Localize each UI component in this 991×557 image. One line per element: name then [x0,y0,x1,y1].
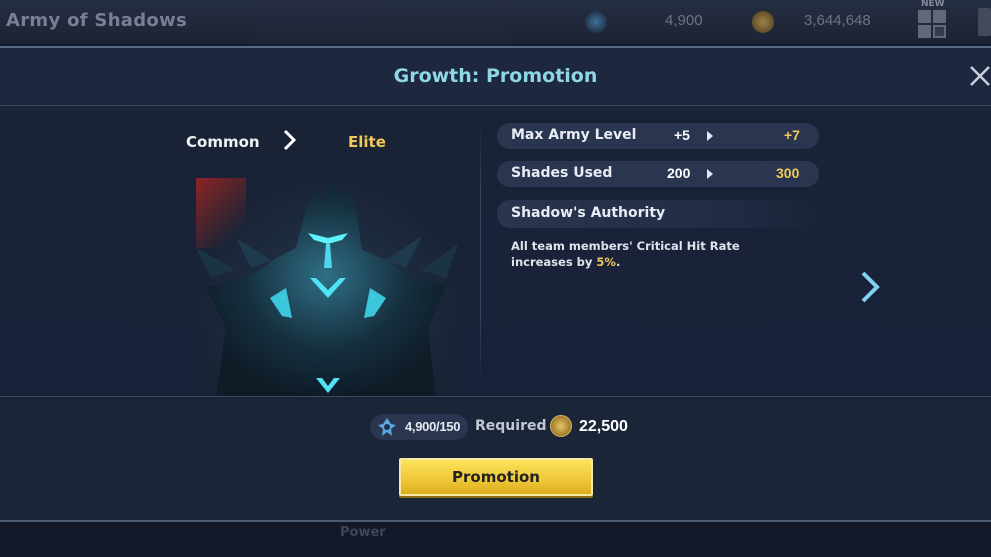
gold-coin-icon [550,415,572,437]
shade-essence-count: 4,900 [665,12,703,29]
stat-next-value: +7 [784,127,800,143]
stat-row-max-army-level: Max Army Level +5 +7 [497,123,819,149]
stat-label: Shades Used [511,165,613,181]
rank-current: Common [186,133,260,151]
screen-title: Army of Shadows [6,10,188,31]
next-page-arrow-icon[interactable] [858,270,882,304]
close-button[interactable] [966,62,991,90]
vertical-divider [480,122,481,384]
modal-header: Growth: Promotion [0,48,991,106]
modal-title: Growth: Promotion [393,65,598,87]
ability-desc-value: 5% [596,255,616,269]
promotion-button[interactable]: Promotion [399,458,593,496]
shade-essence-icon [378,418,396,436]
content-divider [0,396,991,397]
grid-icon [918,10,931,23]
shade-essence-icon [585,11,607,33]
gold-cost-value: 22,500 [579,418,628,435]
required-label: Required [475,418,547,434]
triangle-right-icon [707,169,713,179]
close-icon [970,66,990,86]
ability-desc-suffix: . [615,255,621,269]
triangle-right-icon [707,131,713,141]
background-bottom-bar: Power [0,520,991,557]
rank-next: Elite [348,133,386,151]
chevron-right-icon [283,129,297,151]
stat-next-value: 300 [776,165,800,181]
top-bar: Army of Shadows 4,900 3,644,648 NEW [0,0,991,44]
stat-current-value: +5 [674,127,690,143]
side-panel-button[interactable] [978,8,991,36]
stat-current-value: 200 [667,165,691,181]
shadow-portrait [196,178,460,396]
menu-grid-button[interactable] [918,6,948,38]
gold-coin-icon [752,11,774,33]
promotion-modal: Growth: Promotion Common Elite Max Army … [0,46,991,520]
gold-count: 3,644,648 [804,12,871,29]
stat-row-shades-used: Shades Used 200 300 [497,161,819,187]
ghost-power-label: Power [340,525,386,540]
ability-desc-text: All team members' Critical Hit Rate incr… [511,239,740,269]
essence-cost-value: 4,900/150 [405,419,461,434]
stat-label: Max Army Level [511,127,637,143]
ability-description: All team members' Critical Hit Rate incr… [511,238,801,270]
ability-header: Shadow's Authority [497,200,819,228]
modal-content: Common Elite Max Army Level +5 +7 Shades… [0,110,991,396]
ability-title: Shadow's Authority [511,205,666,221]
essence-cost-pill: 4,900/150 [370,414,468,440]
